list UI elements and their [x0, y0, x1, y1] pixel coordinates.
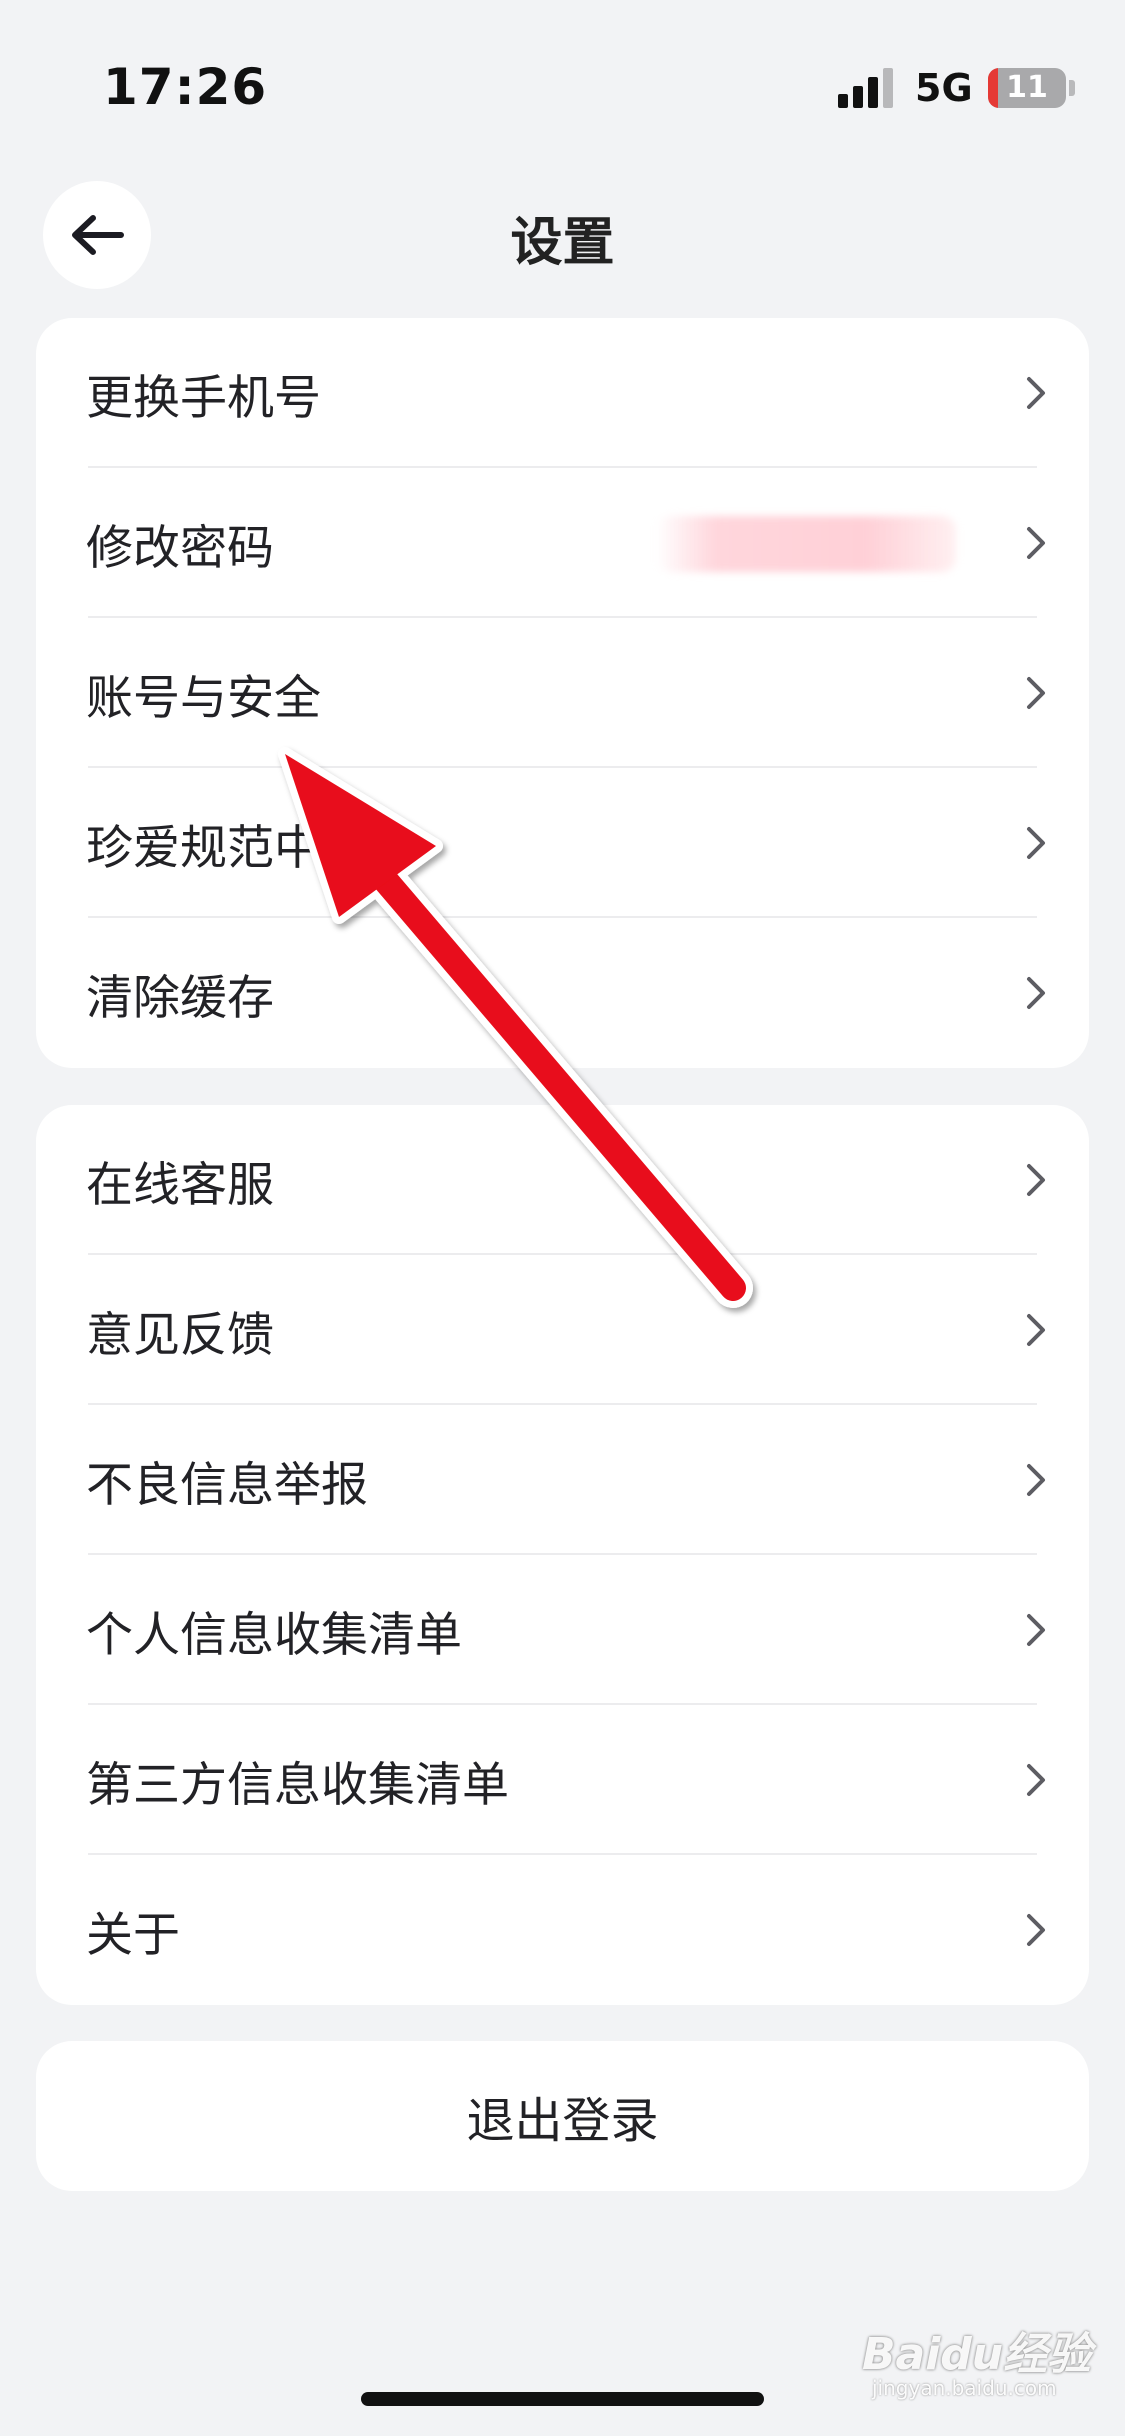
- chevron-right-icon: [1027, 1614, 1045, 1646]
- logout-label: 退出登录: [466, 2093, 659, 2149]
- home-indicator[interactable]: [361, 2392, 764, 2406]
- settings-group-support: 在线客服 意见反馈 不良信息举报 个人信息收集清单 第三方信息收集清单 关于: [36, 1105, 1089, 2005]
- menu-item-change-password[interactable]: 修改密码: [36, 468, 1089, 618]
- menu-item-clear-cache[interactable]: 清除缓存: [36, 918, 1089, 1068]
- menu-item-label: 意见反馈: [86, 1307, 274, 1363]
- chevron-right-icon: [1027, 1914, 1045, 1946]
- menu-item-label: 修改密码: [86, 520, 274, 576]
- menu-item-feedback[interactable]: 意见反馈: [36, 1255, 1089, 1405]
- logout-button[interactable]: 退出登录: [36, 2041, 1089, 2191]
- chevron-right-icon: [1027, 1164, 1045, 1196]
- settings-group-account: 更换手机号 修改密码 账号与安全 珍爱规范中 清除缓存: [36, 318, 1089, 1068]
- network-type: 5G: [915, 66, 973, 110]
- menu-item-label: 更换手机号: [86, 370, 321, 426]
- chevron-right-icon: [1027, 1314, 1045, 1346]
- status-bar: 17:26 5G 11: [0, 0, 1125, 150]
- menu-item-label: 个人信息收集清单: [86, 1607, 462, 1663]
- redacted-value: [656, 516, 956, 572]
- menu-item-label: 第三方信息收集清单: [86, 1757, 509, 1813]
- chevron-right-icon: [1027, 377, 1045, 409]
- chevron-right-icon: [1027, 977, 1045, 1009]
- menu-item-account-security[interactable]: 账号与安全: [36, 618, 1089, 768]
- menu-item-change-phone[interactable]: 更换手机号: [36, 318, 1089, 468]
- baidu-watermark: Baidu经验 jingyan.baidu.com: [862, 2318, 1112, 2408]
- menu-item-label: 不良信息举报: [86, 1457, 368, 1513]
- chevron-right-icon: [1027, 527, 1045, 559]
- chevron-right-icon: [1027, 677, 1045, 709]
- menu-item-label: 账号与安全: [86, 670, 321, 726]
- watermark-url: jingyan.baidu.com: [872, 2376, 1057, 2400]
- menu-item-label: 清除缓存: [86, 970, 274, 1026]
- menu-item-report[interactable]: 不良信息举报: [36, 1405, 1089, 1555]
- battery-cap: [1069, 80, 1075, 96]
- page-title: 设置: [510, 213, 615, 273]
- menu-item-label: 关于: [86, 1907, 180, 1963]
- status-time: 17:26: [103, 58, 268, 116]
- battery-icon: 11: [988, 68, 1066, 108]
- signal-icon: [838, 68, 893, 108]
- chevron-right-icon: [1027, 827, 1045, 859]
- menu-item-online-service[interactable]: 在线客服: [36, 1105, 1089, 1255]
- menu-item-community-rules[interactable]: 珍爱规范中: [36, 768, 1089, 918]
- chevron-right-icon: [1027, 1764, 1045, 1796]
- chevron-right-icon: [1027, 1464, 1045, 1496]
- watermark-logo: Baidu经验: [862, 2329, 1092, 2380]
- menu-item-about[interactable]: 关于: [36, 1855, 1089, 2005]
- menu-item-label: 在线客服: [86, 1157, 274, 1213]
- battery-level: 11: [1006, 70, 1048, 105]
- menu-item-third-party-info-list[interactable]: 第三方信息收集清单: [36, 1705, 1089, 1855]
- menu-item-personal-info-list[interactable]: 个人信息收集清单: [36, 1555, 1089, 1705]
- menu-item-label: 珍爱规范中: [86, 820, 321, 876]
